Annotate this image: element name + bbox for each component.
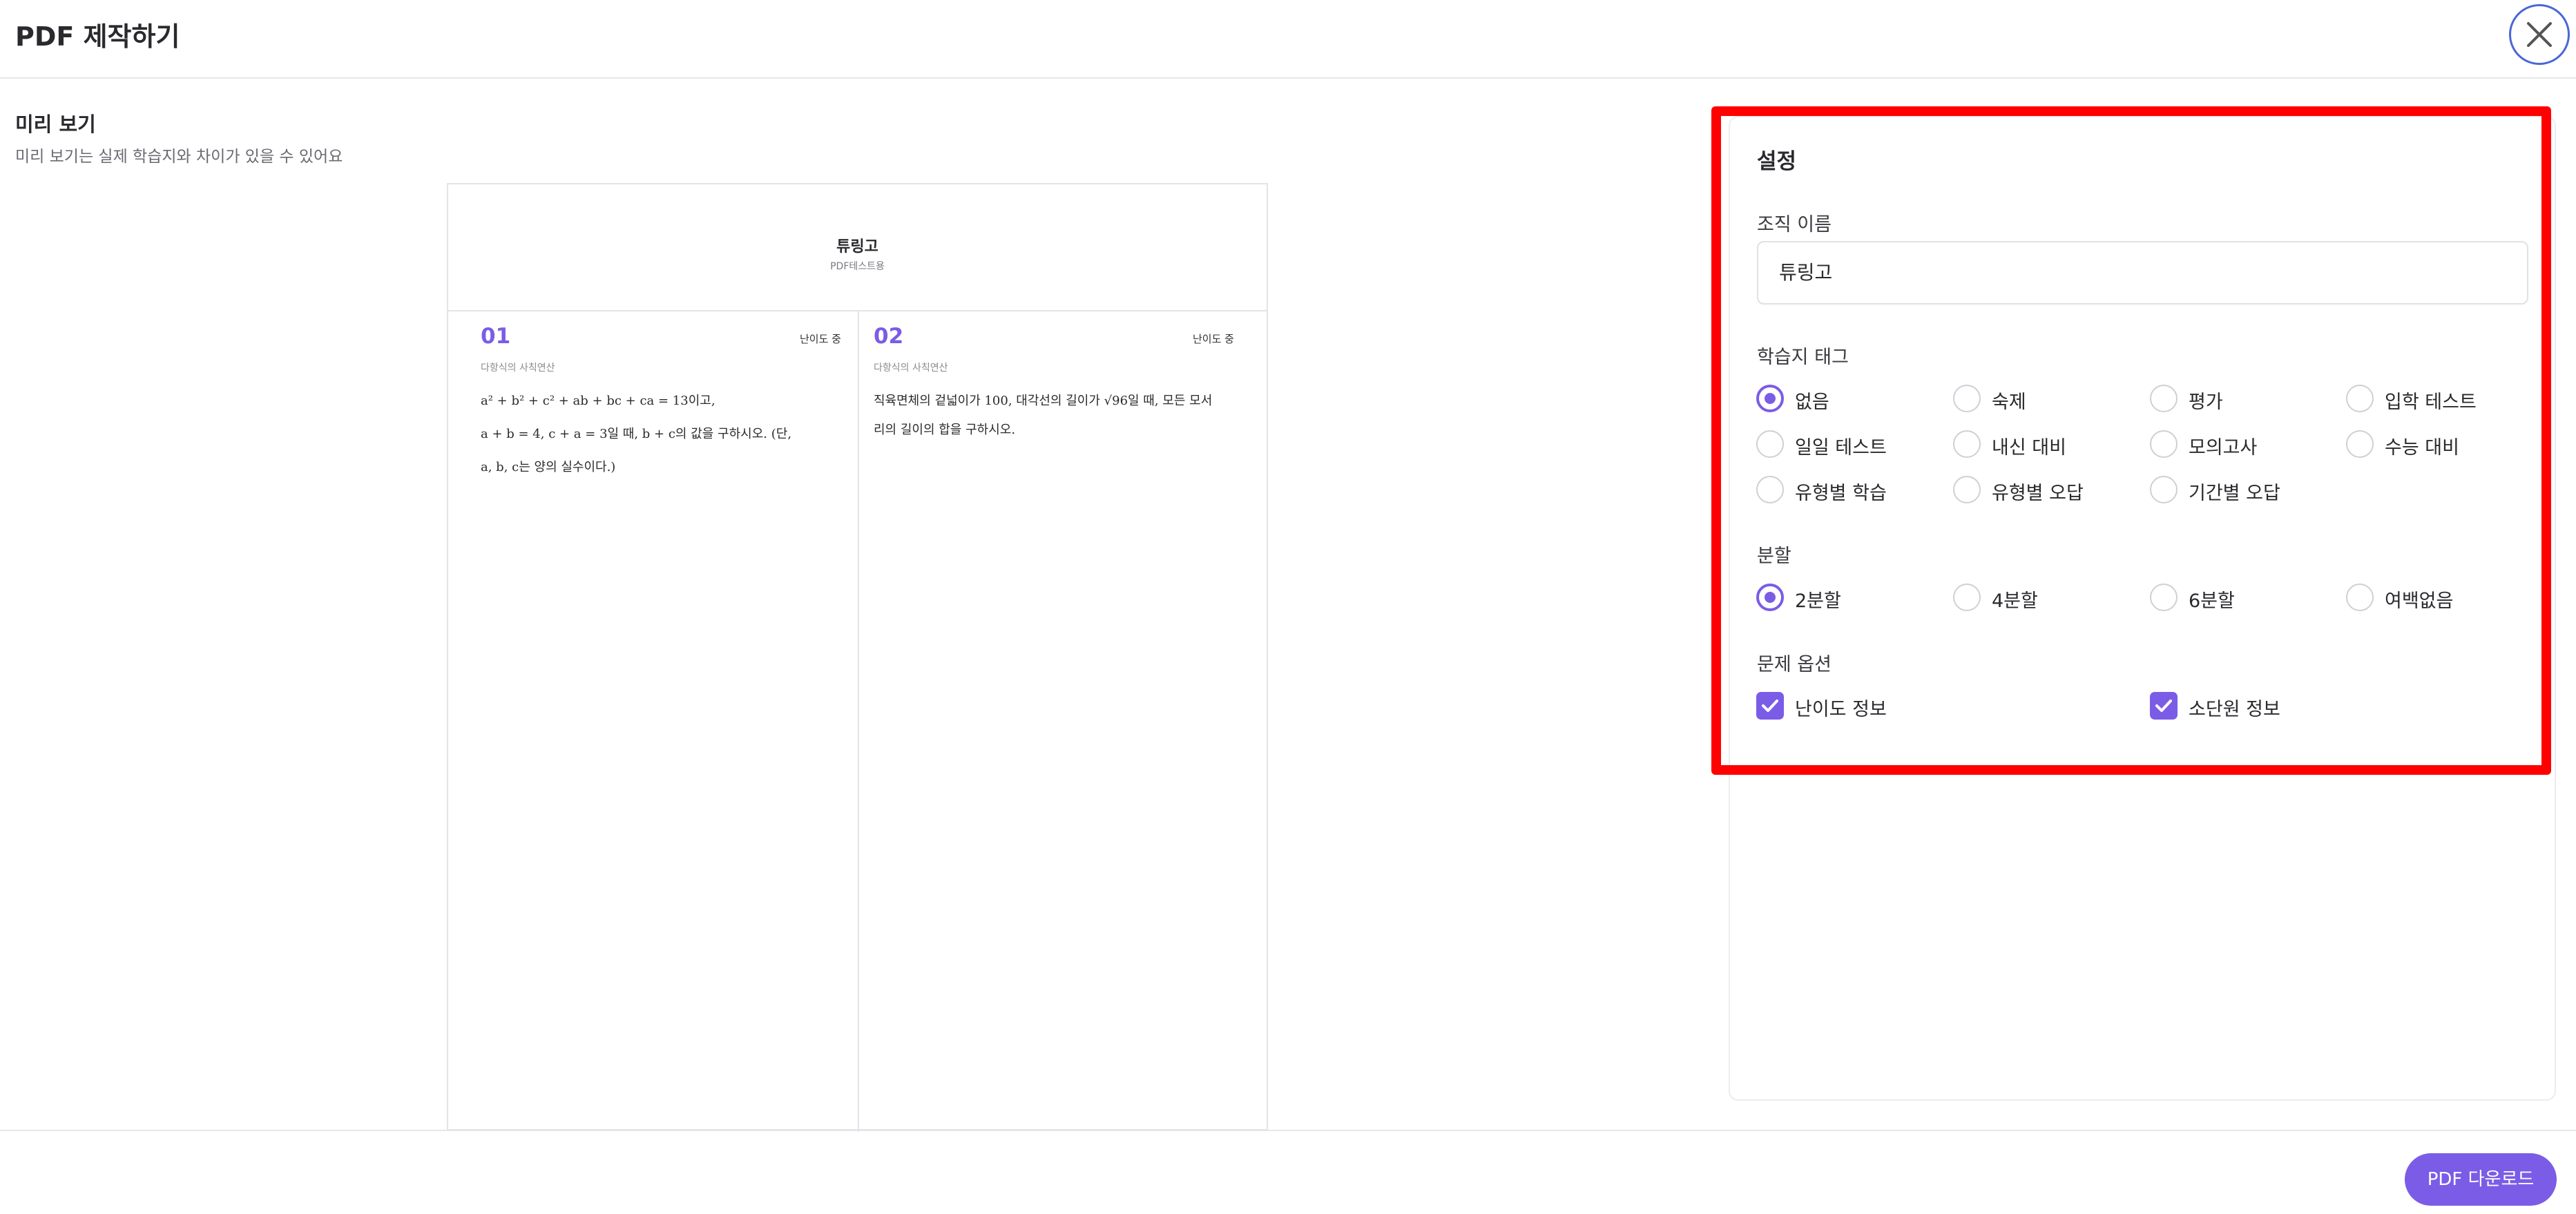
close-button[interactable] xyxy=(2509,4,2570,65)
tag-option-label: 유형별 오답 xyxy=(1992,483,2084,504)
preview-subtitle: 미리 보기는 실제 학습지와 차이가 있을 수 있어요 xyxy=(15,148,343,166)
question-line: 직육면체의 겉넓이가 100, 대각선의 길이가 √96일 때, 모든 모서 xyxy=(874,394,1213,408)
option-label: 소단원 정보 xyxy=(2189,699,2280,720)
column-divider xyxy=(858,310,859,1132)
radio-tag-daily-test[interactable] xyxy=(1756,430,1784,458)
radio-tag-mock-exam[interactable] xyxy=(2150,430,2178,458)
tag-option-label: 모의고사 xyxy=(2189,437,2258,459)
checkbox-difficulty-info[interactable] xyxy=(1756,692,1784,720)
radio-tag-school-exam[interactable] xyxy=(1953,430,1981,458)
question-category: 다항식의 사칙연산 xyxy=(874,363,948,374)
tag-option-label: 숙제 xyxy=(1992,392,2026,413)
radio-tag-entrance-test[interactable] xyxy=(2346,385,2374,412)
tag-option-label: 내신 대비 xyxy=(1992,437,2066,459)
page-title: PDF 제작하기 xyxy=(15,21,180,52)
radio-tag-homework[interactable] xyxy=(1953,385,1981,412)
radio-tag-assessment[interactable] xyxy=(2150,385,2178,412)
question-options-label: 문제 옵션 xyxy=(1757,654,1832,675)
question-number: 01 xyxy=(481,324,511,349)
check-icon xyxy=(1762,700,1778,712)
tag-option-label: 기간별 오답 xyxy=(2189,483,2280,504)
question-category: 다항식의 사칙연산 xyxy=(481,363,555,374)
settings-title: 설정 xyxy=(1757,149,1797,174)
question-line: a, b, c는 양의 실수이다.) xyxy=(481,460,616,474)
check-icon xyxy=(2155,700,2172,712)
tag-option-label: 유형별 학습 xyxy=(1795,483,1887,504)
header-bar xyxy=(0,0,2576,79)
radio-split-4[interactable] xyxy=(1953,584,1981,611)
tag-option-label: 일일 테스트 xyxy=(1795,437,1887,459)
radio-split-no-margin[interactable] xyxy=(2346,584,2374,611)
preview-title: 미리 보기 xyxy=(15,113,96,136)
split-label: 분할 xyxy=(1757,546,1791,567)
radio-tag-period-wrong[interactable] xyxy=(2150,476,2178,503)
checkbox-subunit-info[interactable] xyxy=(2150,692,2178,720)
question-line: a + b = 4, c + a = 3일 때, b + c의 값을 구하시오.… xyxy=(481,427,792,441)
split-option-label: 4분할 xyxy=(1992,590,2038,612)
split-option-label: 2분할 xyxy=(1795,590,1841,612)
pdf-download-button[interactable]: PDF 다운로드 xyxy=(2405,1153,2557,1206)
option-label: 난이도 정보 xyxy=(1795,699,1887,720)
sheet-org-name: 튜링고 xyxy=(836,238,878,256)
question-difficulty: 난이도 중 xyxy=(1193,333,1234,345)
question-difficulty: 난이도 중 xyxy=(800,333,841,345)
tag-option-label: 평가 xyxy=(2189,392,2223,413)
sheet-subtitle: PDF테스트용 xyxy=(830,261,885,272)
close-icon xyxy=(2527,22,2552,47)
radio-tag-none[interactable] xyxy=(1756,385,1784,412)
radio-tag-type-wrong[interactable] xyxy=(1953,476,1981,503)
org-name-label: 조직 이름 xyxy=(1757,214,1832,235)
radio-split-2[interactable] xyxy=(1756,584,1784,611)
question-line: 리의 길이의 합을 구하시오. xyxy=(874,423,1016,437)
question-line: a² + b² + c² + ab + bc + ca = 13이고, xyxy=(481,394,715,408)
split-option-label: 6분할 xyxy=(2189,590,2235,612)
radio-split-6[interactable] xyxy=(2150,584,2178,611)
preview-sheet: 튜링고 PDF테스트용 01 난이도 중 다항식의 사칙연산 a² + b² +… xyxy=(447,183,1268,1132)
footer-bar xyxy=(0,1130,2576,1214)
radio-tag-type-study[interactable] xyxy=(1756,476,1784,503)
tag-option-label: 입학 테스트 xyxy=(2385,392,2477,413)
tag-option-label: 없음 xyxy=(1795,392,1829,413)
radio-tag-csat-prep[interactable] xyxy=(2346,430,2374,458)
tag-option-label: 수능 대비 xyxy=(2385,437,2459,459)
org-name-input[interactable]: 튜링고 xyxy=(1757,241,2528,305)
tag-label: 학습지 태그 xyxy=(1757,347,1849,368)
question-number: 02 xyxy=(874,324,904,349)
split-option-label: 여백없음 xyxy=(2385,590,2454,612)
